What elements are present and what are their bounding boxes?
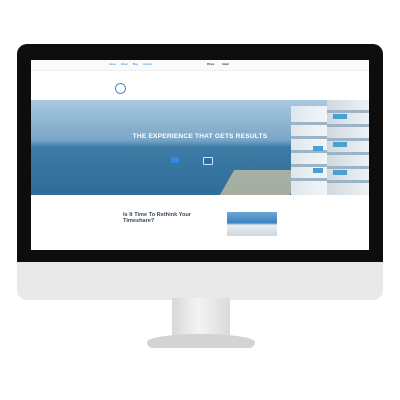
nav-item-blog[interactable]: Blog — [133, 63, 138, 66]
main-nav: Home About Blog Contact — [109, 63, 152, 66]
monitor: Home About Blog Contact Phone Email THE … — [17, 44, 383, 300]
building-image — [291, 106, 327, 195]
nav-item-contact[interactable]: Contact — [143, 63, 152, 66]
email-label: Email — [222, 63, 229, 66]
top-bar: Home About Blog Contact Phone Email — [31, 60, 369, 71]
monitor-chin — [17, 262, 383, 300]
monitor-stand — [172, 298, 230, 338]
beach-photo — [227, 212, 277, 236]
hero-primary-button[interactable] — [171, 157, 179, 163]
monitor-base — [147, 334, 255, 348]
nav-item-home[interactable]: Home — [109, 63, 116, 66]
website-screen: Home About Blog Contact Phone Email THE … — [31, 60, 369, 250]
phone-label: Phone — [207, 63, 215, 66]
section-heading: Is It Time To Rethink Your Timeshare? — [123, 212, 191, 225]
monitor-bezel: Home About Blog Contact Phone Email THE … — [17, 44, 383, 262]
phone-info: Phone — [207, 63, 214, 66]
hero-title: THE EXPERIENCE THAT GETS RESULTS — [132, 133, 268, 140]
globe-icon — [115, 83, 126, 94]
email-info: Email — [222, 63, 228, 66]
hero-banner: THE EXPERIENCE THAT GETS RESULTS — [31, 100, 369, 195]
nav-item-about[interactable]: About — [121, 63, 128, 66]
hero-secondary-button[interactable] — [203, 157, 213, 165]
tower-image — [327, 100, 369, 195]
site-logo[interactable] — [115, 83, 128, 94]
contact-info: Phone Email — [207, 63, 229, 66]
